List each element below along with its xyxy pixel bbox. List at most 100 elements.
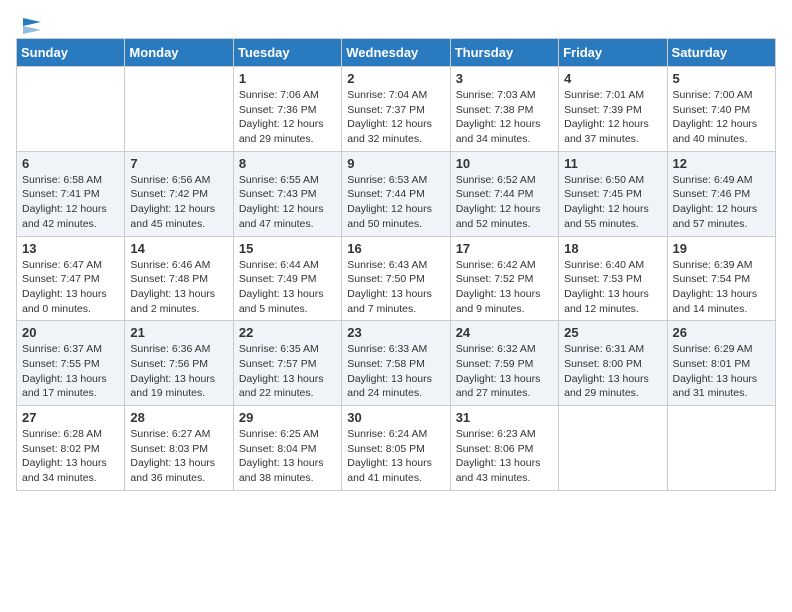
day-info: Sunrise: 6:50 AM Sunset: 7:45 PM Dayligh… bbox=[564, 173, 661, 232]
day-number: 22 bbox=[239, 325, 336, 340]
day-number: 24 bbox=[456, 325, 553, 340]
day-cell: 1Sunrise: 7:06 AM Sunset: 7:36 PM Daylig… bbox=[233, 67, 341, 152]
day-number: 30 bbox=[347, 410, 444, 425]
day-cell: 25 Sunrise: 6:31 AM Sunset: 8:00 PM Dayli… bbox=[559, 321, 667, 406]
logo-flag-icon bbox=[19, 16, 41, 34]
day-info: Sunrise: 7:00 AM Sunset: 7:40 PM Dayligh… bbox=[673, 88, 770, 147]
day-number: 7 bbox=[130, 156, 227, 171]
day-number: 14 bbox=[130, 241, 227, 256]
logo bbox=[16, 16, 41, 30]
day-number: 9 bbox=[347, 156, 444, 171]
day-cell: 9 Sunrise: 6:53 AM Sunset: 7:44 PM Daylig… bbox=[342, 151, 450, 236]
day-number: 6 bbox=[22, 156, 119, 171]
day-cell: 14Sunrise: 6:46 AM Sunset: 7:48 PM Dayli… bbox=[125, 236, 233, 321]
day-number: 26 bbox=[673, 325, 770, 340]
day-info: Sunrise: 6:44 AM Sunset: 7:49 PM Dayligh… bbox=[239, 258, 336, 317]
day-cell: 8 Sunrise: 6:55 AM Sunset: 7:43 PM Daylig… bbox=[233, 151, 341, 236]
day-info: Sunrise: 6:24 AM Sunset: 8:05 PM Dayligh… bbox=[347, 427, 444, 486]
day-cell: 23 Sunrise: 6:33 AM Sunset: 7:58 PM Dayli… bbox=[342, 321, 450, 406]
day-number: 12 bbox=[673, 156, 770, 171]
day-info: Sunrise: 6:52 AM Sunset: 7:44 PM Dayligh… bbox=[456, 173, 553, 232]
day-cell: 27 Sunrise: 6:28 AM Sunset: 8:02 PM Dayli… bbox=[17, 406, 125, 491]
day-cell: 26 Sunrise: 6:29 AM Sunset: 8:01 PM Dayli… bbox=[667, 321, 775, 406]
day-number: 18 bbox=[564, 241, 661, 256]
day-number: 16 bbox=[347, 241, 444, 256]
day-cell: 21Sunrise: 6:36 AM Sunset: 7:56 PM Dayli… bbox=[125, 321, 233, 406]
day-info: Sunrise: 6:39 AM Sunset: 7:54 PM Dayligh… bbox=[673, 258, 770, 317]
header-cell-saturday: Saturday bbox=[667, 39, 775, 67]
day-number: 3 bbox=[456, 71, 553, 86]
day-info: Sunrise: 6:33 AM Sunset: 7:58 PM Dayligh… bbox=[347, 342, 444, 401]
day-cell: 17 Sunrise: 6:42 AM Sunset: 7:52 PM Dayli… bbox=[450, 236, 558, 321]
day-cell: 2Sunrise: 7:04 AM Sunset: 7:37 PM Daylig… bbox=[342, 67, 450, 152]
calendar-body: 1Sunrise: 7:06 AM Sunset: 7:36 PM Daylig… bbox=[17, 67, 776, 491]
day-number: 15 bbox=[239, 241, 336, 256]
day-cell: 28 Sunrise: 6:27 AM Sunset: 8:03 PM Dayli… bbox=[125, 406, 233, 491]
calendar-header: SundayMondayTuesdayWednesdayThursdayFrid… bbox=[17, 39, 776, 67]
day-info: Sunrise: 6:42 AM Sunset: 7:52 PM Dayligh… bbox=[456, 258, 553, 317]
day-number: 31 bbox=[456, 410, 553, 425]
week-row-4: 20 Sunrise: 6:37 AM Sunset: 7:55 PM Dayli… bbox=[17, 321, 776, 406]
day-cell: 29Sunrise: 6:25 AM Sunset: 8:04 PM Dayli… bbox=[233, 406, 341, 491]
day-cell bbox=[17, 67, 125, 152]
week-row-3: 13Sunrise: 6:47 AM Sunset: 7:47 PM Dayli… bbox=[17, 236, 776, 321]
day-cell: 22 Sunrise: 6:35 AM Sunset: 7:57 PM Dayli… bbox=[233, 321, 341, 406]
day-number: 5 bbox=[673, 71, 770, 86]
page-header bbox=[16, 16, 776, 30]
day-number: 2 bbox=[347, 71, 444, 86]
day-number: 27 bbox=[22, 410, 119, 425]
day-number: 23 bbox=[347, 325, 444, 340]
day-info: Sunrise: 6:27 AM Sunset: 8:03 PM Dayligh… bbox=[130, 427, 227, 486]
day-info: Sunrise: 6:40 AM Sunset: 7:53 PM Dayligh… bbox=[564, 258, 661, 317]
day-cell: 18 Sunrise: 6:40 AM Sunset: 7:53 PM Dayli… bbox=[559, 236, 667, 321]
day-cell: 12 Sunrise: 6:49 AM Sunset: 7:46 PM Dayli… bbox=[667, 151, 775, 236]
day-number: 11 bbox=[564, 156, 661, 171]
day-info: Sunrise: 6:28 AM Sunset: 8:02 PM Dayligh… bbox=[22, 427, 119, 486]
day-cell: 5 Sunrise: 7:00 AM Sunset: 7:40 PM Daylig… bbox=[667, 67, 775, 152]
day-info: Sunrise: 6:23 AM Sunset: 8:06 PM Dayligh… bbox=[456, 427, 553, 486]
day-number: 28 bbox=[130, 410, 227, 425]
day-cell: 24Sunrise: 6:32 AM Sunset: 7:59 PM Dayli… bbox=[450, 321, 558, 406]
day-info: Sunrise: 6:36 AM Sunset: 7:56 PM Dayligh… bbox=[130, 342, 227, 401]
day-info: Sunrise: 6:55 AM Sunset: 7:43 PM Dayligh… bbox=[239, 173, 336, 232]
day-number: 19 bbox=[673, 241, 770, 256]
day-info: Sunrise: 6:53 AM Sunset: 7:44 PM Dayligh… bbox=[347, 173, 444, 232]
day-info: Sunrise: 6:25 AM Sunset: 8:04 PM Dayligh… bbox=[239, 427, 336, 486]
day-info: Sunrise: 6:43 AM Sunset: 7:50 PM Dayligh… bbox=[347, 258, 444, 317]
day-info: Sunrise: 6:31 AM Sunset: 8:00 PM Dayligh… bbox=[564, 342, 661, 401]
header-cell-monday: Monday bbox=[125, 39, 233, 67]
header-cell-thursday: Thursday bbox=[450, 39, 558, 67]
day-cell: 11 Sunrise: 6:50 AM Sunset: 7:45 PM Dayli… bbox=[559, 151, 667, 236]
day-info: Sunrise: 6:35 AM Sunset: 7:57 PM Dayligh… bbox=[239, 342, 336, 401]
day-cell: 20 Sunrise: 6:37 AM Sunset: 7:55 PM Dayli… bbox=[17, 321, 125, 406]
day-cell bbox=[559, 406, 667, 491]
header-cell-tuesday: Tuesday bbox=[233, 39, 341, 67]
day-number: 25 bbox=[564, 325, 661, 340]
day-info: Sunrise: 7:06 AM Sunset: 7:36 PM Dayligh… bbox=[239, 88, 336, 147]
day-info: Sunrise: 6:37 AM Sunset: 7:55 PM Dayligh… bbox=[22, 342, 119, 401]
day-number: 8 bbox=[239, 156, 336, 171]
day-cell: 15 Sunrise: 6:44 AM Sunset: 7:49 PM Dayli… bbox=[233, 236, 341, 321]
header-cell-friday: Friday bbox=[559, 39, 667, 67]
day-number: 20 bbox=[22, 325, 119, 340]
day-cell: 10 Sunrise: 6:52 AM Sunset: 7:44 PM Dayli… bbox=[450, 151, 558, 236]
day-cell: 3Sunrise: 7:03 AM Sunset: 7:38 PM Daylig… bbox=[450, 67, 558, 152]
day-info: Sunrise: 7:01 AM Sunset: 7:39 PM Dayligh… bbox=[564, 88, 661, 147]
day-info: Sunrise: 6:58 AM Sunset: 7:41 PM Dayligh… bbox=[22, 173, 119, 232]
day-cell: 31 Sunrise: 6:23 AM Sunset: 8:06 PM Dayli… bbox=[450, 406, 558, 491]
day-cell: 13Sunrise: 6:47 AM Sunset: 7:47 PM Dayli… bbox=[17, 236, 125, 321]
header-cell-wednesday: Wednesday bbox=[342, 39, 450, 67]
day-info: Sunrise: 6:47 AM Sunset: 7:47 PM Dayligh… bbox=[22, 258, 119, 317]
day-info: Sunrise: 6:29 AM Sunset: 8:01 PM Dayligh… bbox=[673, 342, 770, 401]
week-row-1: 1Sunrise: 7:06 AM Sunset: 7:36 PM Daylig… bbox=[17, 67, 776, 152]
day-cell: 30 Sunrise: 6:24 AM Sunset: 8:05 PM Dayli… bbox=[342, 406, 450, 491]
day-number: 17 bbox=[456, 241, 553, 256]
day-cell bbox=[667, 406, 775, 491]
week-row-5: 27 Sunrise: 6:28 AM Sunset: 8:02 PM Dayli… bbox=[17, 406, 776, 491]
day-cell bbox=[125, 67, 233, 152]
day-number: 10 bbox=[456, 156, 553, 171]
header-cell-sunday: Sunday bbox=[17, 39, 125, 67]
day-info: Sunrise: 6:56 AM Sunset: 7:42 PM Dayligh… bbox=[130, 173, 227, 232]
day-info: Sunrise: 6:49 AM Sunset: 7:46 PM Dayligh… bbox=[673, 173, 770, 232]
day-cell: 19 Sunrise: 6:39 AM Sunset: 7:54 PM Dayli… bbox=[667, 236, 775, 321]
